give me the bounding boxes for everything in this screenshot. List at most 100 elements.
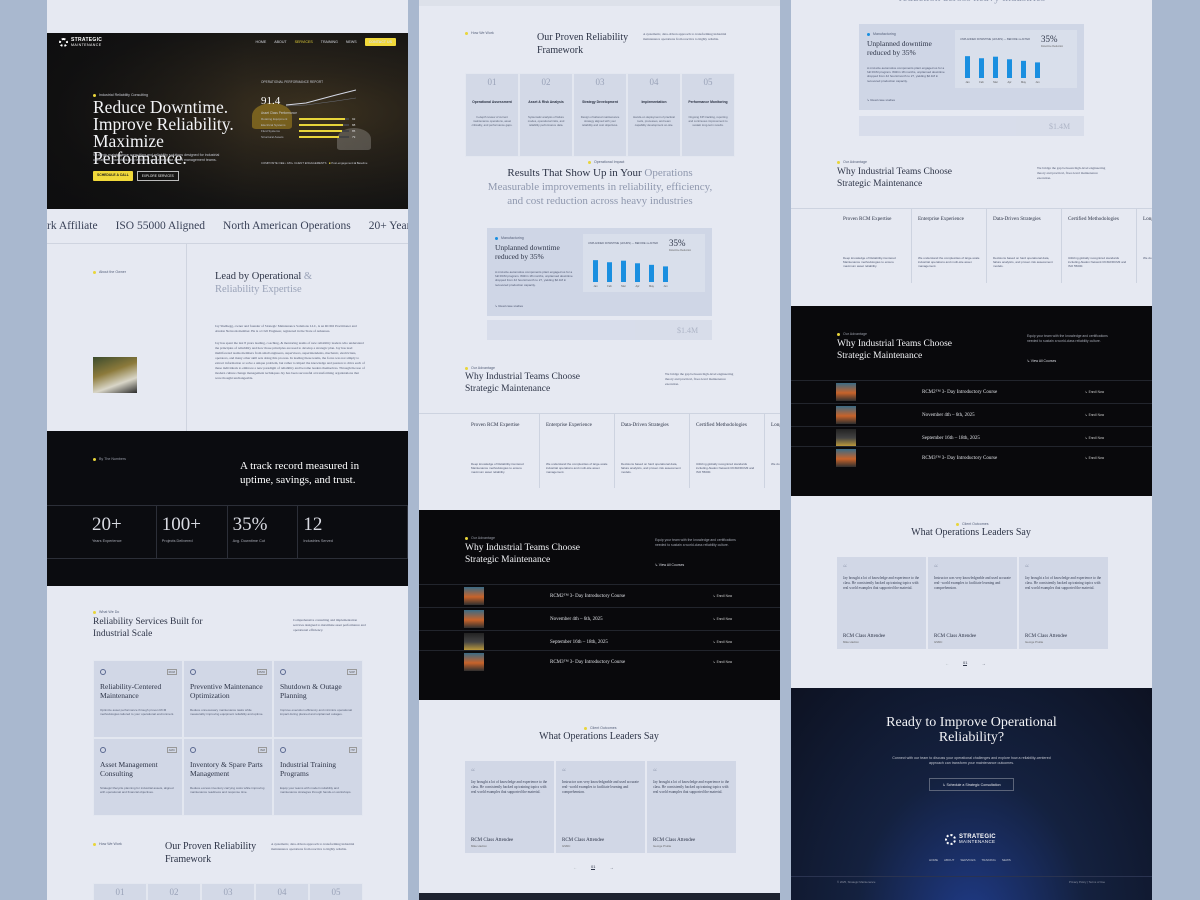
- chart-tick-label: Apr: [1007, 80, 1011, 84]
- asset-class-fill: [299, 118, 345, 120]
- services-section: What We Do Reliability Services Built fo…: [47, 586, 408, 900]
- nav-link-home[interactable]: HOME: [255, 40, 266, 44]
- step-name: Strategy Development: [582, 100, 618, 104]
- service-card[interactable]: RCM Reliability-Centered Maintenance Optim…: [93, 660, 183, 738]
- nav-link-news[interactable]: NEWS: [346, 40, 357, 44]
- services-intro: Comprehensive consulting and implementat…: [293, 618, 366, 632]
- training-heading: Why Industrial Teams Choose Strategic Ma…: [465, 543, 580, 565]
- view-all-courses-link[interactable]: ↳ View All Courses: [655, 563, 684, 567]
- results-eyebrow: Operational Impact: [588, 160, 624, 164]
- case-description: A mid-size automotive components plant e…: [867, 66, 945, 83]
- nav-link-training[interactable]: TRAINING: [321, 40, 338, 44]
- chart-tick-label: May: [649, 284, 655, 288]
- course-row[interactable]: RCM3™ 3- Day Introductory Course ↳ Enroll…: [791, 446, 1152, 469]
- cta-section-peek: [419, 893, 780, 900]
- schedule-consultation-button[interactable]: ↳ Schedule a Strategic Consultation: [929, 778, 1014, 791]
- course-row[interactable]: RCM2™ 3- Day Introductory Course ↳ Enroll…: [419, 584, 780, 607]
- chart-note: Downtime Reduction: [1041, 45, 1064, 48]
- chart-bar: [621, 260, 626, 282]
- chart-title: UNPLANNED DOWNTIME (HOURS) — BEFORE vs A…: [588, 242, 659, 245]
- advantage-title: Data-Driven Strategies: [993, 216, 1041, 222]
- course-row[interactable]: November 4th – 6th, 2025 ↳ Enroll Now: [419, 607, 780, 630]
- service-card[interactable]: ITP Industrial Training Programs Equip you…: [273, 738, 363, 816]
- ticker-item: rk Affiliate: [47, 220, 98, 232]
- case-link[interactable]: ↳ Read case studies: [867, 98, 895, 103]
- footer-link-services[interactable]: SERVICES: [960, 858, 975, 862]
- service-description: Strategic lifecycle planning for industr…: [100, 786, 174, 795]
- service-card[interactable]: AMC Asset Management Consulting Strategic …: [93, 738, 183, 816]
- testimonial-quote: Instructor was very knowledgeable and us…: [562, 780, 639, 794]
- nav-link-services[interactable]: SERVICES: [295, 40, 313, 44]
- quote-icon: “: [1025, 563, 1029, 573]
- enroll-button[interactable]: ↳ Enroll Now: [713, 617, 732, 621]
- step-number: 05: [703, 77, 713, 87]
- brand-logo[interactable]: STRATEGIC MAINTENANCE: [59, 37, 102, 47]
- page-indicator: 01: [591, 864, 596, 870]
- service-card[interactable]: PMO Preventive Maintenance Optimization Re…: [183, 660, 273, 738]
- explore-services-button[interactable]: EXPLORE SERVICES: [136, 171, 179, 181]
- nav-link-about[interactable]: ABOUT: [274, 40, 286, 44]
- prev-arrow-icon[interactable]: ←: [573, 865, 577, 870]
- service-description: Optimize asset performance through prove…: [100, 708, 175, 717]
- enroll-button[interactable]: ↳ Enroll Now: [1085, 390, 1104, 394]
- chart-bar: [1035, 62, 1040, 78]
- enroll-button[interactable]: ↳ Enroll Now: [713, 660, 732, 664]
- numbers-heading: A track record measured in uptime, savin…: [240, 460, 360, 486]
- step-description: Hands-on deployment of practical tools, …: [633, 115, 675, 127]
- asset-class-fill: [299, 136, 339, 138]
- chart-tick-label: Jun: [1035, 80, 1040, 84]
- footer-link-training[interactable]: TRAINING: [981, 858, 995, 862]
- hero-section: STRATEGIC MAINTENANCE HOME ABOUT SERVICE…: [47, 33, 408, 209]
- testimonials-heading: What Operations Leaders Say: [539, 731, 659, 742]
- enroll-button[interactable]: ↳ Enroll Now: [713, 594, 732, 598]
- enroll-button[interactable]: ↳ Enroll Now: [713, 640, 732, 644]
- hero-subtitle: Strategic maintenance consulting and rel…: [93, 153, 220, 162]
- service-card[interactable]: ISM Inventory & Spare Parts Management Red…: [183, 738, 273, 816]
- legal-links[interactable]: Privacy Policy | Terms of Use: [1069, 880, 1105, 884]
- chart-tick-label: Feb: [607, 284, 612, 288]
- course-row[interactable]: RCM2™ 3- Day Introductory Course ↳ Enroll…: [791, 380, 1152, 403]
- testimonial-role: Mike Hadron: [843, 640, 859, 644]
- schedule-call-button[interactable]: SCHEDULE A CALL: [93, 171, 133, 181]
- chart-bar: [1021, 60, 1026, 78]
- testimonial-quote: Jay brought a lot of knowledge and exper…: [1025, 576, 1102, 590]
- testimonial-role: George Pruitte: [1025, 640, 1044, 644]
- course-row[interactable]: November 4th – 6th, 2025 ↳ Enroll Now: [791, 403, 1152, 426]
- framework-step: 03 Strategy Development Design of tailored…: [573, 73, 627, 157]
- advantage-description: We understand the complexities of large-…: [918, 256, 980, 269]
- chart-tick-label: Jan: [965, 80, 970, 84]
- advantage-description: Deep knowledge of Reliability-Centered M…: [843, 256, 896, 269]
- step-name: Implementation: [641, 100, 667, 104]
- testimonial-role: Mike Hadron: [471, 844, 487, 848]
- service-card[interactable]: SOP Shutdown & Outage Planning Improve exe…: [273, 660, 363, 738]
- enroll-button[interactable]: ↳ Enroll Now: [1085, 413, 1104, 417]
- hero-actions: SCHEDULE A CALL EXPLORE SERVICES: [93, 171, 179, 181]
- chart-tick-label: Feb: [979, 80, 984, 84]
- enroll-button[interactable]: ↳ Enroll Now: [1085, 436, 1104, 440]
- chart-tick-label: Apr: [635, 284, 639, 288]
- view-all-courses-link[interactable]: ↳ View All Courses: [1027, 359, 1056, 363]
- next-arrow-icon[interactable]: →: [609, 865, 613, 870]
- footer-logo[interactable]: STRATEGIC MAINTENANCE: [945, 834, 996, 845]
- step-number: 02: [541, 77, 551, 87]
- case-study-card-next: $1.4M: [859, 116, 1084, 136]
- footer-link-home[interactable]: HOME: [929, 858, 938, 862]
- footer-link-about[interactable]: ABOUT: [944, 858, 954, 862]
- service-tag: SOP: [347, 669, 357, 675]
- course-row[interactable]: RCM3™ 3- Day Introductory Course ↳ Enroll…: [419, 650, 780, 673]
- framework-eyebrow: How We Work: [465, 31, 494, 35]
- chart-value: 35%: [1041, 34, 1058, 44]
- testimonial-role: George Pruitte: [653, 844, 672, 848]
- chart-tick-label: Mar: [621, 284, 626, 288]
- footer-link-news[interactable]: NEWS: [1002, 858, 1011, 862]
- enroll-button[interactable]: ↳ Enroll Now: [1085, 456, 1104, 460]
- stat-projects: 100+ Projects Delivered: [157, 506, 228, 558]
- case-study-card: Manufacturing Unplanned downtime reduced…: [859, 24, 1084, 110]
- contact-button[interactable]: CONTACT US: [364, 38, 396, 46]
- case-link[interactable]: ↳ Read case studies: [495, 304, 523, 309]
- services-eyebrow: What We Do: [93, 610, 119, 614]
- prev-arrow-icon[interactable]: ←: [945, 661, 949, 666]
- next-arrow-icon[interactable]: →: [981, 661, 985, 666]
- stat-downtime: 35% Avg. Downtime Cut: [228, 506, 299, 558]
- page-column-3: reduction across heavy industries Manufa…: [791, 0, 1152, 900]
